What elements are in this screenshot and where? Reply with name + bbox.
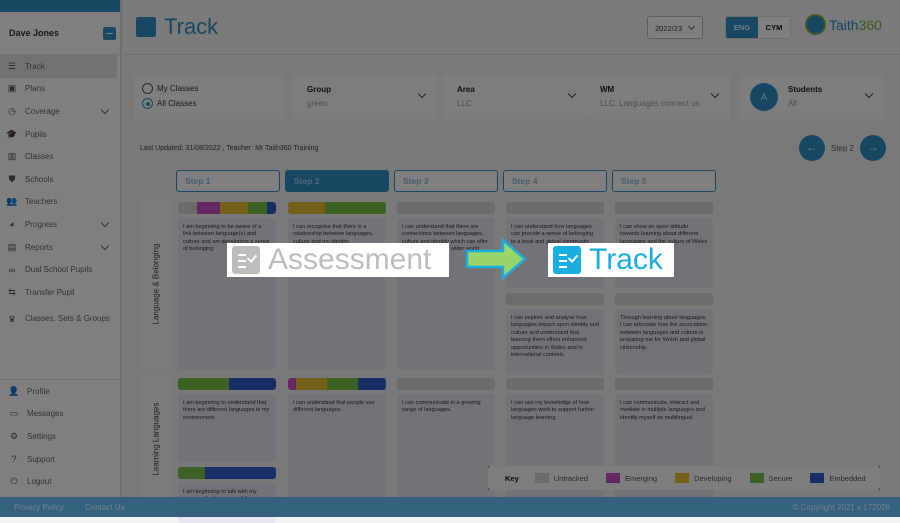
track-icon — [553, 246, 581, 274]
assessment-label: Assessment — [268, 243, 432, 276]
track-callout: Track — [548, 243, 674, 277]
dim-overlay — [0, 0, 900, 517]
key-dim — [488, 466, 880, 490]
arrow-right-icon — [465, 237, 527, 281]
track-label: Track — [589, 243, 663, 276]
footer-dim — [0, 497, 900, 517]
assessment-callout: Assessment — [227, 243, 449, 277]
assessment-icon — [232, 246, 260, 274]
arrow-shape — [465, 237, 527, 281]
